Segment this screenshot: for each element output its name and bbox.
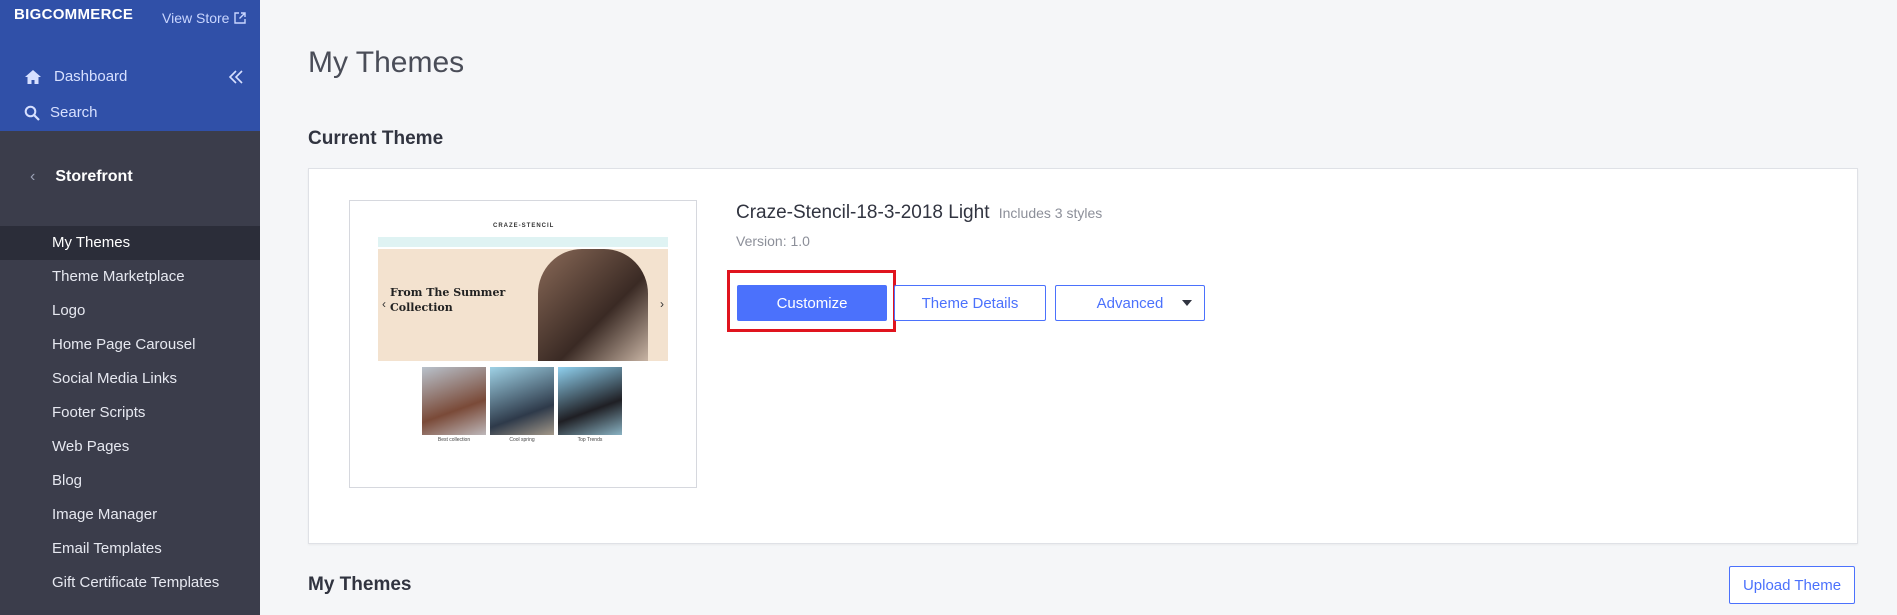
sidebar-item-blog[interactable]: Blog — [0, 464, 260, 498]
theme-details-button[interactable]: Theme Details — [894, 285, 1046, 321]
search-label: Search — [50, 104, 98, 121]
preview-header: CRAZE-STENCIL — [378, 221, 668, 233]
search-icon — [24, 105, 40, 121]
sidebar-item-logo[interactable]: Logo — [0, 294, 260, 328]
bigcommerce-logo[interactable]: BIGCOMMERCE — [14, 6, 133, 23]
theme-version: Version: 1.0 — [736, 233, 810, 249]
preview-brand: CRAZE-STENCIL — [493, 223, 555, 229]
dashboard-label: Dashboard — [54, 68, 128, 85]
sidebar-item-web-pages[interactable]: Web Pages — [0, 430, 260, 464]
preview-product-label: Best collection — [422, 435, 486, 445]
storefront-label: Storefront — [55, 168, 133, 185]
sidebar-item-theme-marketplace[interactable]: Theme Marketplace — [0, 260, 260, 294]
preview-prev-arrow-icon: ‹ — [382, 297, 386, 311]
preview-nav — [378, 237, 668, 247]
sidebar-header: BIGCOMMERCE View Store Dashboard Search — [0, 0, 260, 131]
sidebar: BIGCOMMERCE View Store Dashboard Search … — [0, 0, 260, 615]
preview-products: Best collection Cool spring Top Trends — [422, 367, 622, 445]
advanced-dropdown-button[interactable]: Advanced — [1055, 285, 1205, 321]
advanced-label: Advanced — [1096, 294, 1164, 312]
preview-product: Cool spring — [490, 367, 554, 445]
preview-product: Top Trends — [558, 367, 622, 445]
chevron-left-icon: ‹ — [30, 168, 36, 185]
theme-name: Craze-Stencil-18-3-2018 Light Includes 3… — [736, 202, 1102, 224]
customize-button[interactable]: Customize — [737, 285, 887, 321]
page-title: My Themes — [308, 46, 465, 79]
caret-down-icon — [1182, 300, 1192, 306]
preview-hero-text: From The Summer Collection — [390, 285, 505, 315]
sidebar-item-my-themes[interactable]: My Themes — [0, 226, 260, 260]
theme-styles-count: Includes 3 styles — [998, 205, 1103, 221]
preview-hero-line2: Collection — [390, 301, 453, 314]
sidebar-dashboard[interactable]: Dashboard — [24, 68, 127, 85]
preview-model-image — [538, 249, 648, 361]
view-store-link[interactable]: View Store — [162, 10, 247, 26]
my-themes-heading: My Themes — [308, 574, 412, 595]
home-icon — [25, 69, 41, 84]
storefront-menu: My Themes Theme Marketplace Logo Home Pa… — [0, 226, 260, 600]
sidebar-item-email-templates[interactable]: Email Templates — [0, 532, 260, 566]
sidebar-item-social-media-links[interactable]: Social Media Links — [0, 362, 260, 396]
current-theme-card: CRAZE-STENCIL From The Summer Collection… — [308, 168, 1858, 544]
sidebar-item-home-page-carousel[interactable]: Home Page Carousel — [0, 328, 260, 362]
preview-product-label: Top Trends — [558, 435, 622, 445]
view-store-label: View Store — [162, 10, 230, 26]
preview-hero-line1: From The Summer — [390, 286, 506, 299]
preview-hero: From The Summer Collection ‹ › — [378, 249, 668, 361]
storefront-section[interactable]: ‹ Storefront — [30, 168, 133, 186]
preview-product-label: Cool spring — [490, 435, 554, 445]
preview-next-arrow-icon: › — [660, 297, 664, 311]
external-link-icon — [234, 12, 247, 24]
upload-theme-button[interactable]: Upload Theme — [1729, 566, 1855, 604]
collapse-sidebar-icon[interactable] — [228, 70, 244, 84]
theme-title: Craze-Stencil-18-3-2018 Light — [736, 202, 990, 223]
theme-preview-thumbnail[interactable]: CRAZE-STENCIL From The Summer Collection… — [349, 200, 697, 488]
sidebar-item-gift-certificate-templates[interactable]: Gift Certificate Templates — [0, 566, 260, 600]
current-theme-heading: Current Theme — [308, 128, 444, 149]
sidebar-search[interactable]: Search — [24, 104, 98, 121]
sidebar-item-image-manager[interactable]: Image Manager — [0, 498, 260, 532]
sidebar-item-footer-scripts[interactable]: Footer Scripts — [0, 396, 260, 430]
preview-product: Best collection — [422, 367, 486, 445]
